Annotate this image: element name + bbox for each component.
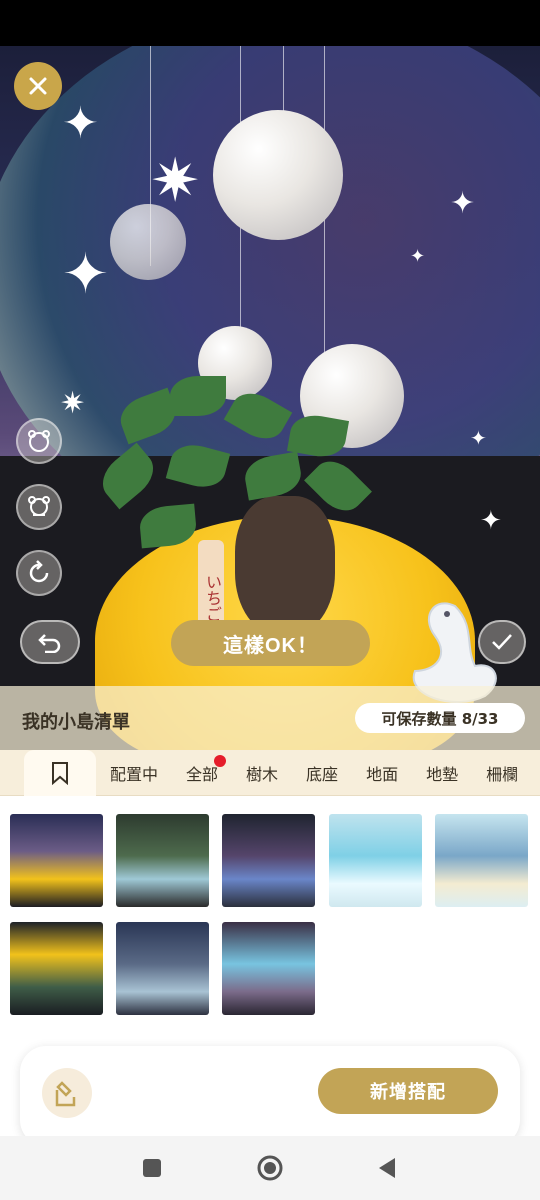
add-outfit-button[interactable]: 新增搭配 [318, 1068, 498, 1114]
circle-icon [257, 1155, 283, 1181]
tab-all[interactable]: 全部 [172, 754, 232, 785]
bear-face-button[interactable] [16, 418, 62, 464]
system-nav-bar [0, 1136, 540, 1200]
island-thumbnail[interactable] [10, 814, 103, 907]
star-decoration: ✦ [62, 242, 109, 307]
export-button[interactable] [42, 1068, 92, 1118]
bear-face-icon [28, 430, 50, 452]
tab-fence[interactable]: 柵欄 [472, 761, 532, 785]
tab-all-label: 全部 [186, 764, 219, 784]
back-button[interactable] [372, 1154, 400, 1182]
undo-button[interactable] [20, 620, 80, 664]
island-thumbnail[interactable] [222, 814, 315, 907]
island-thumbnail[interactable] [435, 814, 528, 907]
export-icon [55, 1081, 76, 1107]
island-thumbnail[interactable] [222, 922, 315, 1015]
confirm-button[interactable]: 這樣OK！ [171, 620, 370, 666]
close-icon [29, 77, 47, 95]
star-decoration: ✷ [150, 146, 201, 216]
star-decoration: ✦ [480, 506, 502, 536]
tab-bookmark[interactable] [24, 749, 96, 796]
hanging-sphere [213, 110, 343, 240]
tab-mat[interactable]: 地墊 [412, 761, 472, 785]
undo-icon [38, 634, 61, 653]
tab-placed[interactable]: 配置中 [96, 761, 172, 785]
star-decoration: ✦ [470, 426, 487, 450]
notification-dot [214, 754, 227, 767]
triangle-back-icon [379, 1158, 395, 1178]
island-thumbnail[interactable] [10, 922, 103, 1015]
recent-apps-button[interactable] [138, 1154, 166, 1182]
tab-ground[interactable]: 地面 [352, 761, 412, 785]
tab-base[interactable]: 底座 [292, 761, 352, 785]
refresh-icon [29, 560, 49, 583]
star-decoration: ✦ [450, 186, 476, 221]
bear-icon [28, 496, 50, 516]
refresh-button[interactable] [16, 550, 62, 596]
check-icon [492, 634, 512, 650]
island-list-header: 我的小島清單 可保存數量 8/33 [0, 686, 540, 750]
star-decoration: ✦ [410, 246, 426, 267]
close-button[interactable] [14, 62, 62, 110]
check-button[interactable] [478, 620, 526, 664]
tree-trunk [235, 496, 335, 636]
island-thumbnail[interactable] [116, 922, 209, 1015]
bookmark-icon [52, 761, 68, 785]
island-thumbnail[interactable] [116, 814, 209, 907]
tree-leaf [170, 376, 226, 416]
island-thumbnail[interactable] [329, 814, 422, 907]
bear-button[interactable] [16, 484, 62, 530]
status-bar [0, 0, 540, 46]
square-icon [143, 1159, 161, 1177]
home-button[interactable] [256, 1154, 284, 1182]
star-decoration: ✷ [60, 386, 86, 421]
save-count-badge: 可保存數量 8/33 [355, 703, 525, 733]
bottom-action-panel: 新增搭配 [20, 1046, 520, 1146]
category-tabs: 配置中 全部 樹木 底座 地面 地墊 柵欄 [0, 749, 540, 796]
list-title: 我的小島清單 [22, 712, 130, 733]
tab-trees[interactable]: 樹木 [232, 761, 292, 785]
star-decoration: ✦ [62, 98, 99, 149]
